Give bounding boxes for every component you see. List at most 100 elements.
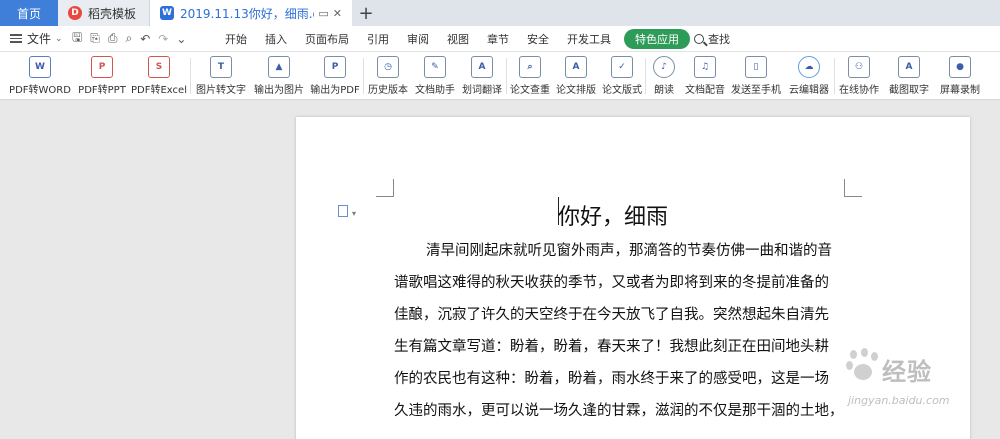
ribbon-toolbar: W PDF转WORD P PDF转PPT S PDF转Excel T 图片转文字… xyxy=(0,52,1000,100)
voiceover-icon: ♫ xyxy=(694,56,716,78)
doc-assistant-button[interactable]: ✎ 文档助手 xyxy=(412,52,458,100)
pdf-to-excel-button[interactable]: S PDF转Excel xyxy=(128,52,190,100)
send-to-phone-label: 发送至手机 xyxy=(731,85,781,96)
paragraph-line: 佳酿，沉寂了许久的天空终于在今天放飞了自我。突然想起朱自清先 xyxy=(394,307,829,323)
export-pdf-label: 输出为PDF xyxy=(310,85,360,96)
voiceover-button[interactable]: ♫ 文档配音 xyxy=(682,52,728,100)
window-mode-icon[interactable]: ▭ xyxy=(318,7,328,20)
screenshot-ocr-icon: A xyxy=(898,56,920,78)
pdf-to-excel-icon: S xyxy=(148,56,170,78)
search-icon xyxy=(694,33,704,44)
chevron-down-icon: ⌄ xyxy=(55,33,63,44)
watermark-url: jingyan.baidu.com xyxy=(848,394,950,407)
send-to-phone-button[interactable]: ▯ 发送至手机 xyxy=(728,52,784,100)
pdf-to-excel-label: PDF转Excel xyxy=(131,85,187,96)
menu-search-label: 查找 xyxy=(708,32,730,46)
menu-item-home[interactable]: 开始 xyxy=(216,29,256,49)
translate-button[interactable]: A 划词翻译 xyxy=(458,52,506,100)
wps-writer-icon: W xyxy=(160,6,174,20)
screenshot-ocr-button[interactable]: A 截图取字 xyxy=(883,52,935,100)
hamburger-icon xyxy=(10,32,22,45)
collaborate-label: 在线协作 xyxy=(839,85,879,96)
document-body[interactable]: 清早间刚起床就听见窗外雨声，那滴答的节奏仿佛一曲和谐的音 谱歌唱这难得的秋天收获… xyxy=(394,235,844,427)
paper-layout-icon: A xyxy=(565,56,587,78)
new-tab-button[interactable]: + xyxy=(352,0,380,26)
image-to-text-icon: T xyxy=(210,56,232,78)
history-button[interactable]: ◷ 历史版本 xyxy=(364,52,412,100)
menu-item-review[interactable]: 审阅 xyxy=(398,29,438,49)
margin-corner-top-right xyxy=(844,179,862,197)
cloud-editor-label: 云编辑器 xyxy=(789,85,829,96)
document-title[interactable]: 你好，细雨 xyxy=(558,199,668,231)
file-menu[interactable]: 文件 ⌄ xyxy=(0,30,70,47)
save-icon[interactable]: 🖫 xyxy=(72,28,82,49)
translate-label: 划词翻译 xyxy=(462,85,502,96)
cloud-editor-button[interactable]: ☁ 云编辑器 xyxy=(784,52,834,100)
close-tab-icon[interactable]: ✕ xyxy=(333,7,342,20)
export-image-icon: ▲ xyxy=(268,56,290,78)
paper-check-icon: ⌕ xyxy=(519,56,541,78)
voiceover-label: 文档配音 xyxy=(685,85,725,96)
paragraph-line: 清早间刚起床就听见窗外雨声，那滴答的节奏仿佛一曲和谐的音 xyxy=(426,243,832,259)
paper-check-label: 论文查重 xyxy=(510,85,550,96)
screen-record-button[interactable]: ● 屏幕录制 xyxy=(935,52,985,100)
tab-document[interactable]: W 2019.11.13你好，细雨.doc ▭ ✕ xyxy=(150,0,352,26)
paragraph-line: 生有篇文章写道：盼着，盼着，春天来了！我想此刻正在田间地头耕 xyxy=(394,339,829,355)
undo-icon[interactable]: ↶ xyxy=(140,32,150,46)
menu-item-view[interactable]: 视图 xyxy=(438,29,478,49)
translate-icon: A xyxy=(471,56,493,78)
doc-assistant-label: 文档助手 xyxy=(415,85,455,96)
read-aloud-icon: ♪ xyxy=(653,56,675,78)
menu-items: 开始 插入 页面布局 引用 审阅 视图 章节 安全 开发工具 特色应用 查找 xyxy=(216,28,730,49)
pdf-to-ppt-button[interactable]: P PDF转PPT xyxy=(76,52,128,100)
image-to-text-button[interactable]: T 图片转文字 xyxy=(191,52,251,100)
screen-record-icon: ● xyxy=(949,56,971,78)
read-aloud-button[interactable]: ♪ 朗读 xyxy=(646,52,682,100)
print-preview-icon[interactable]: ⌕ xyxy=(125,31,132,46)
paper-format-icon: ✓ xyxy=(611,56,633,78)
export-pdf-icon: P xyxy=(324,56,346,78)
file-menu-label: 文件 xyxy=(27,32,52,46)
paragraph-layout-dropdown-icon[interactable]: ▾ xyxy=(352,209,356,218)
history-icon: ◷ xyxy=(377,56,399,78)
margin-corner-top-left xyxy=(376,179,394,197)
paragraph-layout-icon[interactable] xyxy=(338,205,348,217)
pdf-to-ppt-icon: P xyxy=(91,56,113,78)
collaborate-button[interactable]: ⚇ 在线协作 xyxy=(835,52,883,100)
menu-item-insert[interactable]: 插入 xyxy=(256,29,296,49)
read-aloud-label: 朗读 xyxy=(654,85,674,96)
pdf-to-word-icon: W xyxy=(29,56,51,78)
menu-item-special-apps[interactable]: 特色应用 xyxy=(624,28,690,49)
redo-icon[interactable]: ↷ xyxy=(158,32,168,46)
export-pdf-button[interactable]: P 输出为PDF xyxy=(307,52,363,100)
baidu-jingyan-watermark: 经验 jingyan.baidu.com xyxy=(844,348,1000,439)
pdf-to-word-button[interactable]: W PDF转WORD xyxy=(4,52,76,100)
paper-check-button[interactable]: ⌕ 论文查重 xyxy=(507,52,553,100)
menu-item-references[interactable]: 引用 xyxy=(358,29,398,49)
menu-bar: 文件 ⌄ 🖫 ⎘ ⎙ ⌕ ↶ ↷ ⌄ 开始 插入 页面布局 引用 审阅 视图 章… xyxy=(0,26,1000,52)
screenshot-ocr-label: 截图取字 xyxy=(889,85,929,96)
docer-logo-icon: D xyxy=(68,6,82,20)
menu-item-security[interactable]: 安全 xyxy=(518,29,558,49)
pdf-to-word-label: PDF转WORD xyxy=(9,85,71,96)
paper-format-button[interactable]: ✓ 论文版式 xyxy=(599,52,645,100)
image-to-text-label: 图片转文字 xyxy=(196,85,246,96)
screen-record-label: 屏幕录制 xyxy=(940,85,980,96)
print-icon[interactable]: ⎙ xyxy=(108,31,118,46)
menu-item-page-layout[interactable]: 页面布局 xyxy=(296,29,358,49)
doc-assistant-icon: ✎ xyxy=(424,56,446,78)
export-image-button[interactable]: ▲ 输出为图片 xyxy=(251,52,307,100)
customize-toolbar-icon[interactable]: ⌄ xyxy=(176,32,186,46)
pdf-to-ppt-label: PDF转PPT xyxy=(78,85,126,96)
menu-item-section[interactable]: 章节 xyxy=(478,29,518,49)
collaborate-icon: ⚇ xyxy=(848,56,870,78)
menu-search[interactable]: 查找 xyxy=(694,31,730,47)
menu-item-developer[interactable]: 开发工具 xyxy=(558,29,620,49)
tab-template[interactable]: D 稻壳模板 xyxy=(58,0,150,26)
tab-document-label: 2019.11.13你好，细雨.doc xyxy=(180,6,314,21)
paper-layout-label: 论文排版 xyxy=(556,85,596,96)
export-pdf-quick-icon[interactable]: ⎘ xyxy=(90,31,100,46)
tab-home[interactable]: 首页 xyxy=(0,0,58,26)
cloud-editor-icon: ☁ xyxy=(798,56,820,78)
paper-layout-button[interactable]: A 论文排版 xyxy=(553,52,599,100)
